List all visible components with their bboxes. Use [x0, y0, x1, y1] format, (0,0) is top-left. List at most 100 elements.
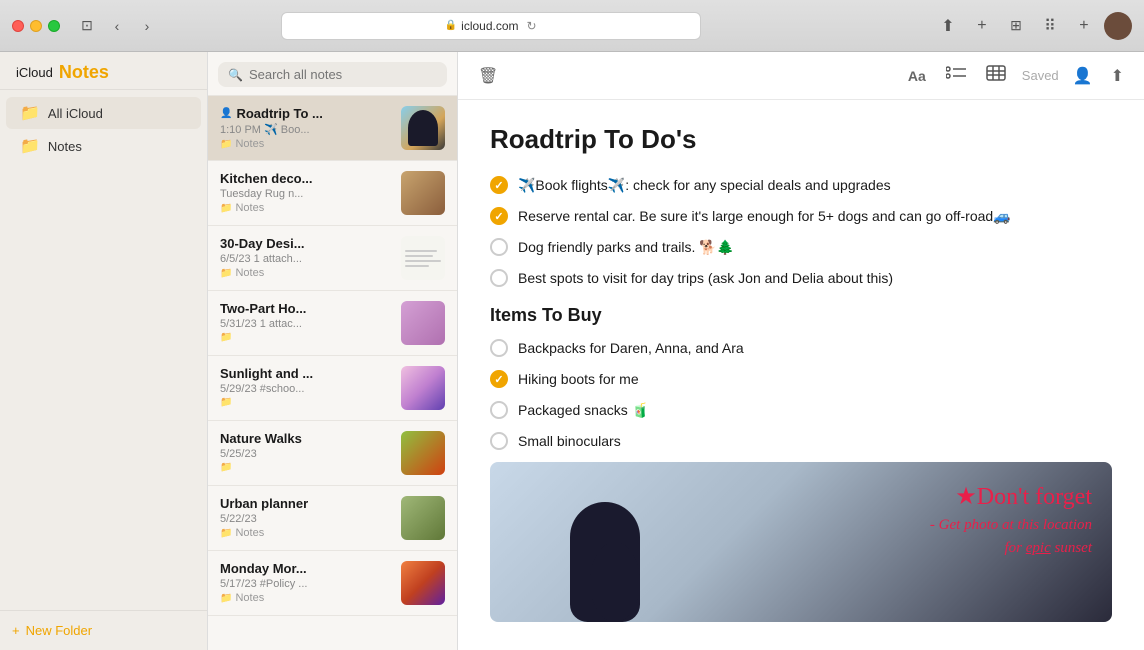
sidebar-navigation: 📁 All iCloud 📁 Notes — [0, 90, 207, 169]
checklist-text-2: Dog friendly parks and trails. 🐕🌲 — [518, 237, 734, 258]
app-container: iCloud Notes 📁 All iCloud 📁 Notes + New … — [0, 52, 1144, 650]
search-icon: 🔍 — [228, 68, 243, 82]
maximize-button[interactable] — [48, 20, 60, 32]
note-thumbnail-sunlight — [401, 366, 445, 410]
toolbar-right: Saved 👤 ⬆ — [1022, 62, 1128, 90]
note-item-twopart[interactable]: Two-Part Ho... 5/31/23 1 attac... 📁 — [208, 291, 457, 356]
checkbox-buy-2[interactable] — [490, 401, 508, 419]
note-title: Monday Mor... — [220, 561, 307, 576]
forward-button[interactable]: › — [134, 15, 160, 37]
note-folder-label: Notes — [235, 592, 264, 604]
section-title-items-to-buy: Items To Buy — [490, 305, 1112, 326]
close-button[interactable] — [12, 20, 24, 32]
note-content: Two-Part Ho... 5/31/23 1 attac... 📁 — [220, 301, 393, 343]
note-title-heading: Roadtrip To Do's — [490, 124, 1112, 155]
checkbox-buy-3[interactable] — [490, 432, 508, 450]
search-input[interactable] — [249, 67, 437, 82]
collaborator-button[interactable]: 👤 — [1069, 62, 1097, 90]
note-item-kitchen[interactable]: Kitchen deco... Tuesday Rug n... 📁 Notes — [208, 161, 457, 226]
note-title: 30-Day Desi... — [220, 236, 305, 251]
checkbox-1[interactable] — [490, 207, 508, 225]
export-note-button[interactable]: ⬆ — [1107, 62, 1128, 90]
checklist-item-1: Reserve rental car. Be sure it's large e… — [490, 206, 1112, 227]
checklist-text-buy-3: Small binoculars — [518, 431, 621, 452]
browser-right-controls: ⬆ + ⊞ ⠿ + — [934, 12, 1132, 40]
note-item-urban[interactable]: Urban planner 5/22/23 📁 Notes — [208, 486, 457, 551]
folder-icon: 📁 — [20, 103, 40, 123]
checklist-text-buy-0: Backpacks for Daren, Anna, and Ara — [518, 338, 744, 359]
search-input-wrap[interactable]: 🔍 — [218, 62, 447, 87]
checkbox-buy-0[interactable] — [490, 339, 508, 357]
checklist-item-buy-1: Hiking boots for me — [490, 369, 1112, 390]
note-title: Kitchen deco... — [220, 171, 312, 186]
checklist-item-buy-0: Backpacks for Daren, Anna, and Ara — [490, 338, 1112, 359]
note-folder-label: Notes — [235, 267, 264, 279]
new-folder-button[interactable]: + New Folder — [12, 619, 92, 642]
url-text: icloud.com — [461, 19, 518, 33]
note-folder-icon: 📁 — [220, 203, 232, 214]
sidebar-item-all-icloud[interactable]: 📁 All iCloud — [6, 97, 201, 129]
checklist-item-3: Best spots to visit for day trips (ask J… — [490, 268, 1112, 289]
sidebar-item-notes-label: Notes — [48, 139, 82, 154]
sidebar-toggle-button[interactable]: ⊡ — [74, 15, 100, 37]
note-meta: 5/29/23 #schoo... — [220, 383, 393, 395]
user-avatar[interactable] — [1104, 12, 1132, 40]
browser-navigation: ⊡ ‹ › — [74, 15, 160, 37]
note-title: Nature Walks — [220, 431, 302, 446]
note-folder-icon: 📁 — [220, 397, 232, 408]
checklist-text-buy-2: Packaged snacks 🧃 — [518, 400, 649, 421]
minimize-button[interactable] — [30, 20, 42, 32]
checklist-item-0: ✈️Book flights✈️: check for any special … — [490, 175, 1112, 196]
icloud-add-button[interactable]: + — [1070, 13, 1098, 39]
traffic-lights — [12, 20, 60, 32]
checklist-format-button[interactable] — [942, 61, 970, 90]
note-item-roadtrip[interactable]: 👤 Roadtrip To ... 1:10 PM ✈️ Boo... 📁 No… — [208, 96, 457, 161]
image-overlay-text: ★Don't forget - Get photo at this locati… — [930, 482, 1092, 557]
note-thumbnail-roadtrip — [401, 106, 445, 150]
note-thumbnail-kitchen — [401, 171, 445, 215]
text-format-button[interactable]: Aa — [904, 64, 930, 88]
icloud-logo: iCloud — [12, 65, 53, 80]
back-button[interactable]: ‹ — [104, 15, 130, 37]
sidebar-item-all-icloud-label: All iCloud — [48, 106, 103, 121]
note-folder-icon: 📁 — [220, 528, 232, 539]
checklist-item-2: Dog friendly parks and trails. 🐕🌲 — [490, 237, 1112, 258]
tabs-overview-button[interactable]: ⊞ — [1002, 13, 1030, 39]
folder-icon: 📁 — [20, 136, 40, 156]
note-item-sunlight[interactable]: Sunlight and ... 5/29/23 #schoo... 📁 — [208, 356, 457, 421]
checkbox-2[interactable] — [490, 238, 508, 256]
note-folder-icon: 📁 — [220, 462, 232, 473]
editor-toolbar: 🗑 Aa — [458, 52, 1144, 100]
note-meta: 1:10 PM ✈️ Boo... — [220, 123, 393, 136]
icloud-label: iCloud — [16, 65, 53, 80]
browser-chrome: ⊡ ‹ › 🔒 icloud.com ↻ ⬆ + ⊞ ⠿ + — [0, 0, 1144, 52]
address-bar[interactable]: 🔒 icloud.com ↻ — [281, 12, 701, 40]
note-meta: 5/22/23 — [220, 513, 393, 525]
share-browser-button[interactable]: ⬆ — [934, 13, 962, 39]
note-title: Two-Part Ho... — [220, 301, 306, 316]
delete-note-button[interactable]: 🗑 — [474, 62, 502, 90]
note-thumbnail-twopart — [401, 301, 445, 345]
checklist-item-buy-2: Packaged snacks 🧃 — [490, 400, 1112, 421]
note-item-nature[interactable]: Nature Walks 5/25/23 📁 — [208, 421, 457, 486]
checkbox-buy-1[interactable] — [490, 370, 508, 388]
checkbox-0[interactable] — [490, 176, 508, 194]
checkbox-3[interactable] — [490, 269, 508, 287]
note-content: 30-Day Desi... 6/5/23 1 attach... 📁 Note… — [220, 236, 393, 279]
checklist-item-buy-3: Small binoculars — [490, 431, 1112, 452]
checklist-text-1: Reserve rental car. Be sure it's large e… — [518, 206, 1011, 227]
note-folder-icon: 📁 — [220, 332, 232, 343]
table-button[interactable] — [982, 61, 1010, 90]
sidebar-bottom: + New Folder — [0, 610, 207, 650]
sidebar-item-notes[interactable]: 📁 Notes — [6, 130, 201, 162]
notes-title: Notes — [59, 62, 109, 83]
checklist-text-0: ✈️Book flights✈️: check for any special … — [518, 175, 891, 196]
new-folder-label: New Folder — [26, 623, 92, 638]
reload-icon[interactable]: ↻ — [527, 19, 537, 33]
note-content: 👤 Roadtrip To ... 1:10 PM ✈️ Boo... 📁 No… — [220, 106, 393, 150]
add-tab-button[interactable]: + — [968, 13, 996, 39]
note-shared-icon: 👤 — [220, 108, 232, 119]
apps-grid-button[interactable]: ⠿ — [1036, 13, 1064, 39]
note-item-monday[interactable]: Monday Mor... 5/17/23 #Policy ... 📁 Note… — [208, 551, 457, 616]
note-item-30day[interactable]: 30-Day Desi... 6/5/23 1 attach... 📁 Note… — [208, 226, 457, 291]
